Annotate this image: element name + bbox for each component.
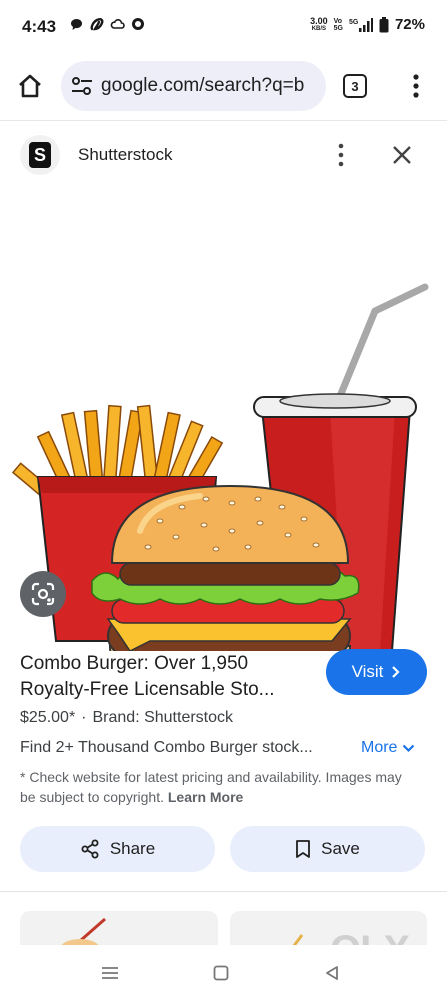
- system-nav-bar: [0, 945, 447, 1000]
- separator-dot: ·: [81, 709, 87, 726]
- browser-menu-button[interactable]: [404, 70, 428, 102]
- url-text[interactable]: google.com/search?q=b: [101, 75, 304, 97]
- more-label: More: [361, 739, 398, 756]
- status-right: 3.00 KB/S Vo 5G 5G 72%: [310, 16, 425, 33]
- chevron-down-icon: [403, 744, 415, 752]
- notification-icons: [70, 17, 145, 31]
- whatsapp-icon: [132, 18, 144, 30]
- more-vert-icon: [338, 143, 344, 167]
- google-lens-button[interactable]: [20, 571, 66, 617]
- save-label: Save: [321, 839, 360, 858]
- back-triangle-icon: [326, 966, 338, 980]
- more-vert-icon: [413, 74, 419, 98]
- more-button[interactable]: More: [361, 739, 415, 757]
- price: $25.00*: [20, 709, 76, 726]
- home-nav-button[interactable]: [209, 961, 233, 985]
- source-row: S Shutterstock: [20, 135, 430, 175]
- bookmark-icon: [296, 840, 311, 858]
- visit-button[interactable]: Visit: [326, 649, 427, 695]
- square-icon: [213, 965, 229, 981]
- browser-toolbar: google.com/search?q=b 3: [0, 52, 447, 120]
- volte-top: Vo: [333, 17, 343, 25]
- share-label: Share: [109, 839, 156, 858]
- cloud-icon: [110, 19, 125, 29]
- save-button[interactable]: Save: [230, 826, 425, 872]
- signal-icon: 5G: [349, 17, 373, 32]
- result-title[interactable]: Combo Burger: Over 1,950 Royalty-Free Li…: [20, 651, 320, 703]
- home-icon: [19, 74, 41, 98]
- close-button[interactable]: [390, 143, 414, 167]
- combo-burger-image[interactable]: [0, 201, 447, 651]
- image-preview-panel: S Shutterstock Combo Burger: Over 1,950 …: [0, 120, 447, 951]
- volte-bottom: 5G: [333, 24, 343, 32]
- network-speed-unit: KB/S: [311, 25, 327, 32]
- tab-switcher-button[interactable]: 3: [343, 74, 367, 98]
- airtel-icon: [90, 18, 104, 31]
- source-more-button[interactable]: [332, 141, 350, 169]
- chevron-right-icon: [392, 666, 400, 678]
- volte-indicator: Vo 5G: [334, 18, 343, 32]
- section-divider: [0, 891, 447, 892]
- shutterstock-logo-icon: S: [29, 142, 51, 168]
- menu-icon: [102, 967, 118, 979]
- visit-label: Visit: [351, 662, 384, 681]
- source-name[interactable]: Shutterstock: [78, 145, 173, 165]
- close-icon: [393, 146, 411, 164]
- result-description: Find 2+ Thousand Combo Burger stock...: [20, 739, 313, 756]
- share-button[interactable]: Share: [20, 826, 215, 872]
- back-button[interactable]: [320, 961, 344, 985]
- battery-percentage: 72%: [394, 16, 425, 33]
- network-speed: 3.00 KB/S: [310, 16, 328, 33]
- brand: Brand: Shutterstock: [92, 709, 234, 726]
- chat-bubble-icon: [71, 18, 82, 30]
- learn-more-link[interactable]: Learn More: [168, 789, 243, 805]
- battery-icon: [379, 16, 389, 32]
- share-icon: [81, 839, 99, 859]
- price-row: $25.00* · Brand: Shutterstock: [20, 709, 233, 727]
- copyright-disclaimer: * Check website for latest pricing and a…: [20, 767, 420, 807]
- recents-button[interactable]: [98, 961, 122, 985]
- status-time: 4:43: [22, 17, 57, 36]
- site-settings-icon[interactable]: [71, 76, 93, 96]
- source-logo[interactable]: S: [20, 135, 60, 175]
- url-bar[interactable]: google.com/search?q=b: [61, 61, 326, 111]
- home-button[interactable]: [14, 70, 46, 102]
- svg-text:5G: 5G: [349, 19, 359, 26]
- lens-icon: [31, 582, 55, 606]
- status-bar: 4:43 3.00 KB/S Vo 5G 5G 72%: [0, 0, 447, 52]
